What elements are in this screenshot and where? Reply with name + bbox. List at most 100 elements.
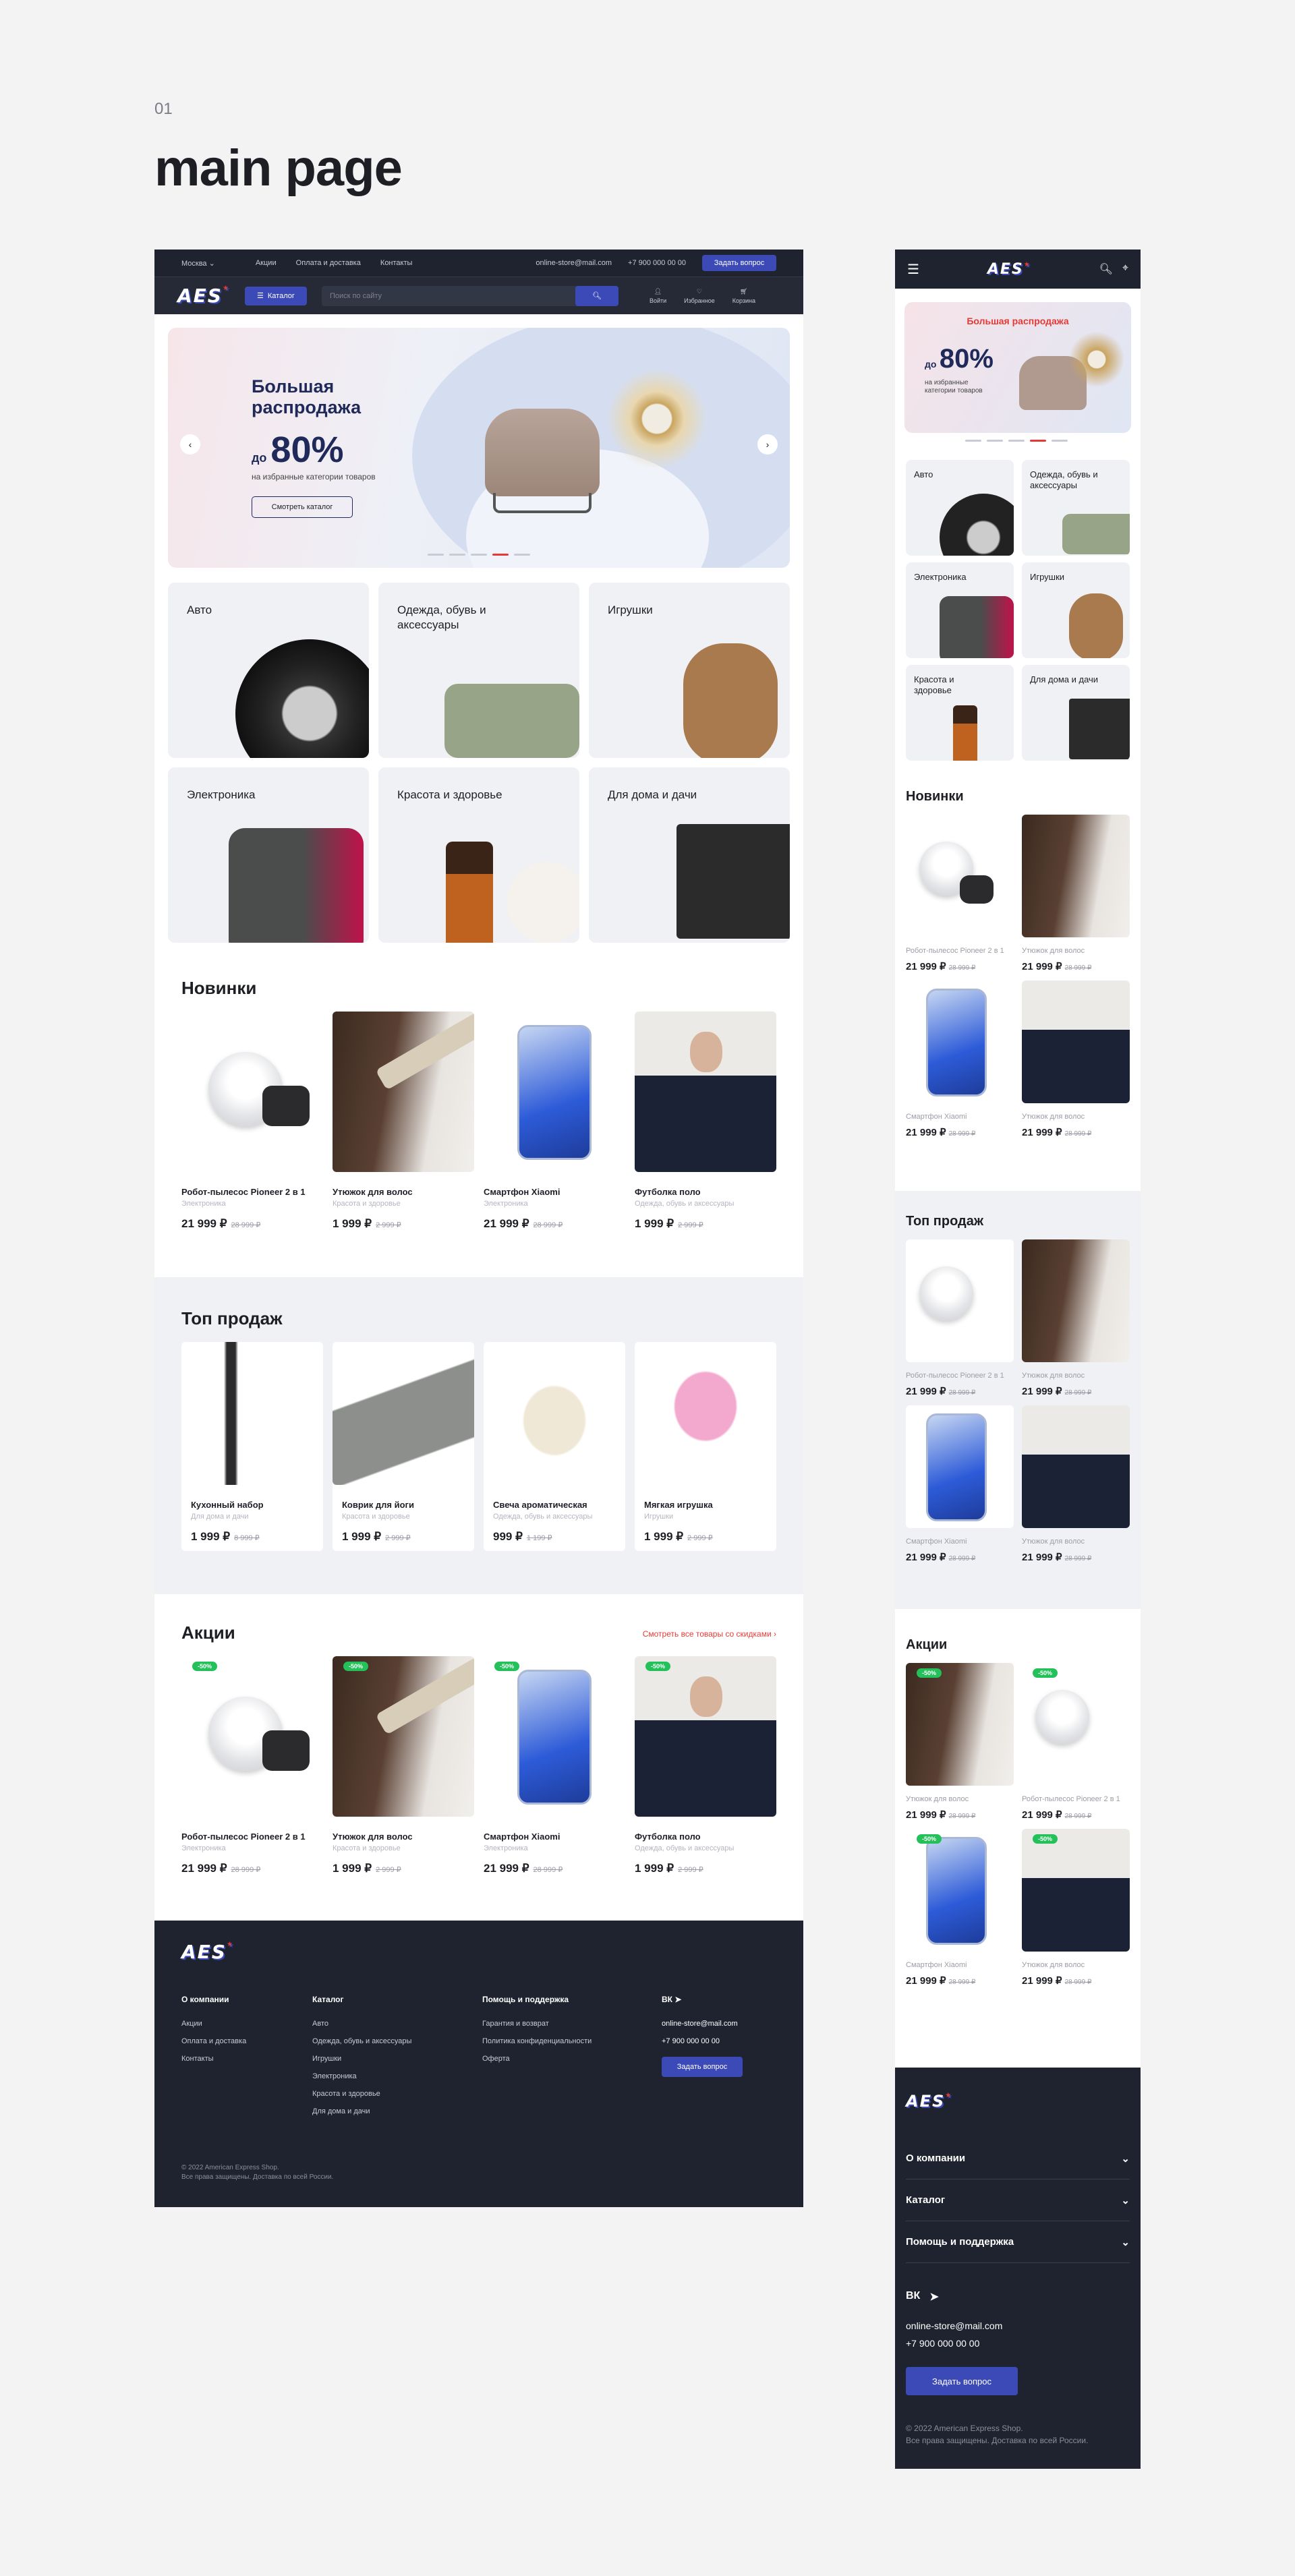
search-icon[interactable]: 🔍︎ <box>1099 262 1113 276</box>
link-sales[interactable]: Акции <box>256 259 277 267</box>
product-price: 21 999 ₽28 999 ₽ <box>906 961 976 972</box>
mobile-category-card[interactable]: Игрушки <box>1022 562 1130 658</box>
location-pin-icon[interactable]: ⌖ <box>1122 262 1128 276</box>
product-card[interactable]: -50% Утюжок для волос 21 999 ₽28 999 ₽ <box>906 1663 1014 1821</box>
product-card[interactable]: -50% Робот-пылесос Pioneer 2 в 1 21 999 ₽2… <box>1022 1663 1130 1821</box>
smartphone-image <box>926 1837 987 1945</box>
search-button[interactable]: 🔍︎ <box>575 285 618 306</box>
product-card[interactable]: Утюжок для волос 21 999 ₽28 999 ₽ <box>1022 1405 1130 1563</box>
product-card[interactable]: Робот-пылесос Pioneer 2 в 1 21 999 ₽28 99… <box>906 815 1014 972</box>
mobile-category-card[interactable]: Одежда, обувь и аксессуары <box>1022 460 1130 556</box>
logo[interactable]: AES★ <box>177 285 230 307</box>
mobile-category-card[interactable]: Электроника <box>906 562 1014 658</box>
product-card[interactable]: Утюжок для волос 21 999 ₽28 999 ₽ <box>1022 815 1130 972</box>
all-sale-link[interactable]: Смотреть все товары со скидками › <box>643 1629 776 1639</box>
accordion-help[interactable]: Помощь и поддержка ⌄ <box>906 2221 1130 2263</box>
vk-icon[interactable]: ВК <box>662 1995 672 2004</box>
header-email[interactable]: online-store@mail.com <box>536 259 612 267</box>
cart-button[interactable]: 🛒︎ Корзина <box>732 288 755 304</box>
burger-menu-icon[interactable]: ☰ <box>907 261 919 278</box>
next-arrow-icon[interactable]: › <box>757 434 778 455</box>
mobile-logo[interactable]: AES★ <box>987 261 1031 278</box>
footer-link[interactable]: Оферта <box>482 2050 592 2068</box>
serum-bottle-image <box>953 705 977 761</box>
category-card-beauty[interactable]: Красота и здоровье <box>378 767 579 943</box>
favorites-button[interactable]: ♡ Избранное <box>684 288 715 304</box>
link-contacts[interactable]: Контакты <box>380 259 413 267</box>
product-category: Электроника <box>181 1844 226 1852</box>
footer-link[interactable]: Электроника <box>312 2068 411 2085</box>
link-delivery[interactable]: Оплата и доставка <box>296 259 361 267</box>
footer-ask-button[interactable]: Задать вопрос <box>662 2057 743 2077</box>
product-card[interactable]: Кухонный набор Для дома и дачи 1 999 ₽8 9… <box>181 1342 323 1551</box>
mobile-slider-dots[interactable] <box>965 440 1068 442</box>
footer-link[interactable]: Одежда, обувь и аксессуары <box>312 2032 411 2050</box>
product-card[interactable]: Свеча ароматическая Одежда, обувь и аксес… <box>484 1342 625 1551</box>
product-card[interactable]: -50% Утюжок для волос Красота и здоровье … <box>333 1656 474 1875</box>
mobile-hero-banner[interactable]: Большая распродажа до 80% на избранные к… <box>904 302 1131 433</box>
product-card[interactable]: Робот-пылесос Pioneer 2 в 1 21 999 ₽28 99… <box>906 1239 1014 1397</box>
mobile-category-card[interactable]: Красота и здоровье <box>906 665 1014 761</box>
footer-link[interactable]: Политика конфиденциальности <box>482 2032 592 2050</box>
product-card[interactable]: Утюжок для волос Красота и здоровье 1 999… <box>333 1012 474 1231</box>
mobile-category-card[interactable]: Авто <box>906 460 1014 556</box>
ask-question-button[interactable]: Задать вопрос <box>702 255 776 271</box>
category-card-auto[interactable]: Авто <box>168 583 369 758</box>
product-card[interactable]: Мягкая игрушка Игрушки 1 999 ₽2 999 ₽ <box>635 1342 776 1551</box>
product-card[interactable]: Смартфон Xiaomi 21 999 ₽28 999 ₽ <box>906 980 1014 1138</box>
footer-link[interactable]: Авто <box>312 2015 411 2032</box>
mobile-footer-logo[interactable]: AES★ <box>906 2092 952 2111</box>
login-button[interactable]: 👤︎ Войти <box>650 288 666 304</box>
accordion-catalog[interactable]: Каталог ⌄ <box>906 2179 1130 2221</box>
product-card[interactable]: Коврик для йоги Красота и здоровье 1 999 … <box>333 1342 474 1551</box>
sale-products: -50% Робот-пылесос Pioneer 2 в 1 Электрон… <box>181 1656 776 1875</box>
mobile-sale-title: Акции <box>906 1637 948 1652</box>
category-card-toys[interactable]: Игрушки <box>589 583 790 758</box>
product-name: Мягкая игрушка <box>644 1500 713 1510</box>
product-card[interactable]: Смартфон Xiaomi Электроника 21 999 ₽28 99… <box>484 1012 625 1231</box>
product-card[interactable]: Смартфон Xiaomi 21 999 ₽28 999 ₽ <box>906 1405 1014 1563</box>
product-card[interactable]: -50% Робот-пылесос Pioneer 2 в 1 Электрон… <box>181 1656 323 1875</box>
footer-logo[interactable]: AES★ <box>181 1941 234 1963</box>
footer-link[interactable]: Красота и здоровье <box>312 2085 411 2103</box>
vk-icon[interactable]: ВК <box>906 2290 920 2304</box>
footer-phone[interactable]: +7 900 000 00 00 <box>662 2032 743 2050</box>
category-card-electronics[interactable]: Электроника <box>168 767 369 943</box>
telegram-icon[interactable]: ➤ <box>674 1995 681 2004</box>
view-catalog-button[interactable]: Смотреть каталог <box>252 496 353 518</box>
product-card[interactable]: -50% Футболка поло Одежда, обувь и аксесс… <box>635 1656 776 1875</box>
category-card-home[interactable]: Для дома и дачи <box>589 767 790 943</box>
product-card[interactable]: -50% Утюжок для волос 21 999 ₽28 999 ₽ <box>1022 1829 1130 1987</box>
product-card[interactable]: Футболка поло Одежда, обувь и аксессуары … <box>635 1012 776 1231</box>
accordion-about[interactable]: О компании ⌄ <box>906 2138 1130 2179</box>
footer-link[interactable]: Игрушки <box>312 2050 411 2068</box>
footer-link[interactable]: Контакты <box>181 2050 246 2068</box>
slider-dots[interactable] <box>428 554 530 556</box>
footer-link[interactable]: Гарантия и возврат <box>482 2015 592 2032</box>
mobile-ask-button[interactable]: Задать вопрос <box>906 2367 1018 2395</box>
mobile-footer-phone[interactable]: +7 900 000 00 00 <box>906 2335 1002 2352</box>
telegram-icon[interactable]: ➤ <box>929 2290 938 2304</box>
product-card[interactable]: Утюжок для волос 21 999 ₽28 999 ₽ <box>1022 1239 1130 1397</box>
polo-shirt-image <box>1022 980 1130 1103</box>
header-phone[interactable]: +7 900 000 00 00 <box>628 259 686 267</box>
product-card[interactable]: -50% Смартфон Xiaomi 21 999 ₽28 999 ₽ <box>906 1829 1014 1987</box>
footer-email[interactable]: online-store@mail.com <box>662 2015 743 2032</box>
product-name: Футболка поло <box>635 1832 701 1842</box>
prev-arrow-icon[interactable]: ‹ <box>180 434 200 455</box>
social-icons[interactable]: ВК ➤ <box>662 1991 743 2008</box>
product-card[interactable]: Робот-пылесос Pioneer 2 в 1 Электроника 2… <box>181 1012 323 1231</box>
robot-base-image <box>262 1730 310 1771</box>
footer-link[interactable]: Для дома и дачи <box>312 2103 411 2120</box>
catalog-button[interactable]: ☰ Каталог <box>244 286 307 305</box>
search-input[interactable]: Поиск по сайту 🔍︎ <box>321 285 618 306</box>
footer-link[interactable]: Акции <box>181 2015 246 2032</box>
product-card[interactable]: Утюжок для волос 21 999 ₽28 999 ₽ <box>1022 980 1130 1138</box>
mobile-category-card[interactable]: Для дома и дачи <box>1022 665 1130 761</box>
product-card[interactable]: -50% Смартфон Xiaomi Электроника 21 999 ₽… <box>484 1656 625 1875</box>
hero-banner[interactable]: Большая распродажа до 80% на избранные ка… <box>168 328 790 568</box>
city-select[interactable]: Москва ⌄ <box>181 259 215 268</box>
category-card-clothes[interactable]: Одежда, обувь и аксессуары <box>378 583 579 758</box>
footer-link[interactable]: Оплата и доставка <box>181 2032 246 2050</box>
mobile-footer-email[interactable]: online-store@mail.com <box>906 2317 1002 2335</box>
